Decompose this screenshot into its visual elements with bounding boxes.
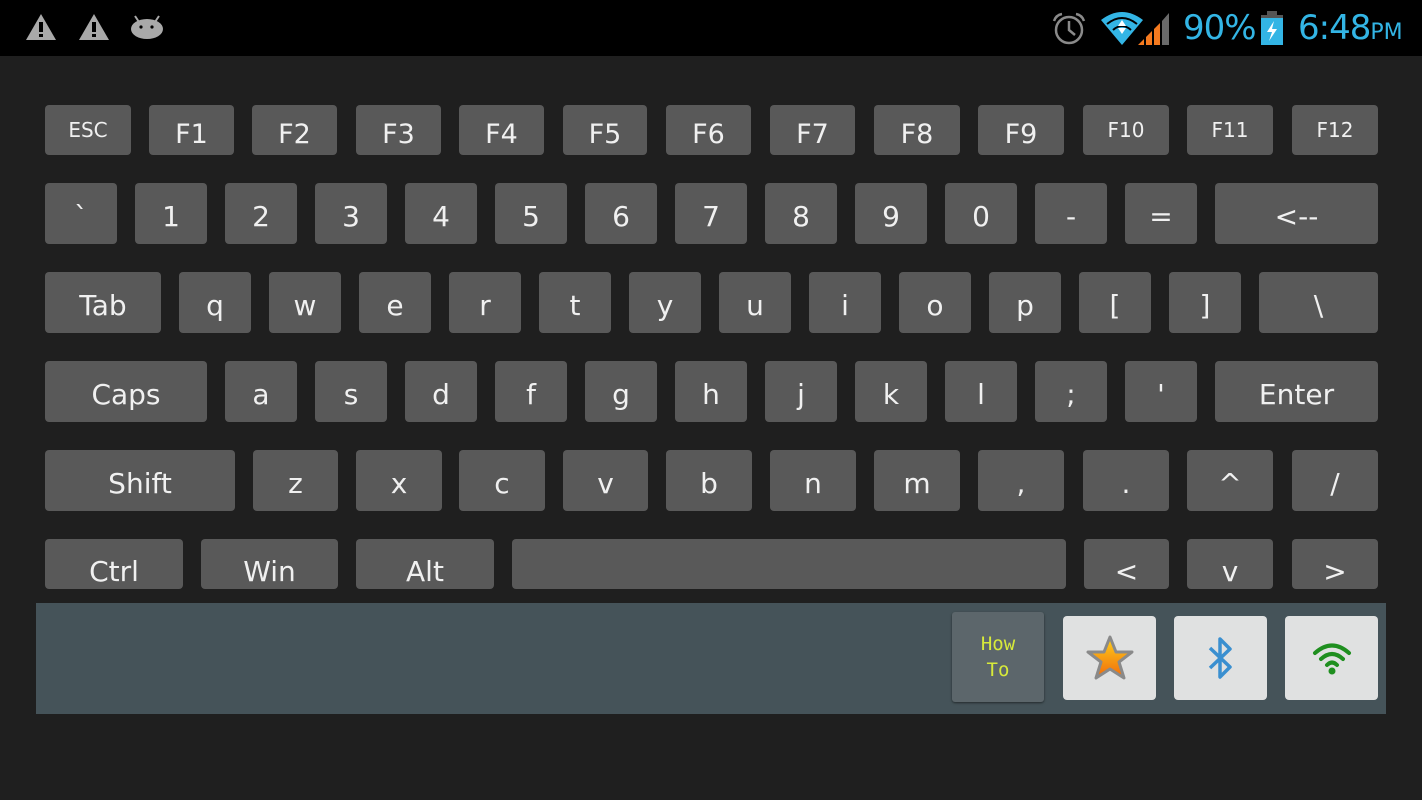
bluetooth-button[interactable] — [1174, 616, 1267, 700]
key-f10[interactable]: F10 — [1083, 105, 1169, 155]
key-backslash[interactable]: \ — [1259, 272, 1378, 333]
key-win[interactable]: Win — [201, 539, 338, 589]
key-esc[interactable]: ESC — [45, 105, 131, 155]
clock: 6:48PM — [1298, 8, 1403, 48]
key-j[interactable]: j — [765, 361, 837, 422]
key-alt[interactable]: Alt — [356, 539, 494, 589]
how-to-label-line2: To — [986, 659, 1010, 681]
cell-signal-icon — [1138, 13, 1169, 45]
key-4[interactable]: 4 — [405, 183, 477, 244]
wifi-icon — [1312, 643, 1351, 675]
key-minus[interactable]: - — [1035, 183, 1107, 244]
key-enter[interactable]: Enter — [1215, 361, 1378, 422]
key-1[interactable]: 1 — [135, 183, 207, 244]
key-f7[interactable]: F7 — [770, 105, 855, 155]
warning-icon — [26, 14, 56, 40]
key-backtick[interactable]: ` — [45, 183, 117, 244]
key-m[interactable]: m — [874, 450, 960, 511]
favorite-star-button[interactable] — [1063, 616, 1156, 700]
key-w[interactable]: w — [269, 272, 341, 333]
key-h[interactable]: h — [675, 361, 747, 422]
key-n[interactable]: n — [770, 450, 856, 511]
how-to-button[interactable]: How To — [952, 612, 1044, 702]
key-f[interactable]: f — [495, 361, 567, 422]
key-f11[interactable]: F11 — [1187, 105, 1273, 155]
key-f9[interactable]: F9 — [978, 105, 1064, 155]
key-y[interactable]: y — [629, 272, 701, 333]
key-arrow-left[interactable]: < — [1084, 539, 1169, 589]
key-t[interactable]: t — [539, 272, 611, 333]
key-arrow-down[interactable]: v — [1187, 539, 1273, 589]
key-equals[interactable]: = — [1125, 183, 1197, 244]
status-bar: 90% 6:48PM — [0, 0, 1422, 56]
key-arrow-right[interactable]: > — [1292, 539, 1378, 589]
key-f2[interactable]: F2 — [252, 105, 337, 155]
key-f4[interactable]: F4 — [459, 105, 544, 155]
clock-time: 6:48 — [1298, 8, 1371, 48]
key-7[interactable]: 7 — [675, 183, 747, 244]
key-2[interactable]: 2 — [225, 183, 297, 244]
wifi-button[interactable] — [1285, 616, 1378, 700]
key-d[interactable]: d — [405, 361, 477, 422]
key-q[interactable]: q — [179, 272, 251, 333]
key-r[interactable]: r — [449, 272, 521, 333]
key-space[interactable] — [512, 539, 1066, 589]
key-g[interactable]: g — [585, 361, 657, 422]
key-left-bracket[interactable]: [ — [1079, 272, 1151, 333]
key-o[interactable]: o — [899, 272, 971, 333]
battery-charging-icon — [1261, 11, 1283, 45]
key-u[interactable]: u — [719, 272, 791, 333]
key-f12[interactable]: F12 — [1292, 105, 1378, 155]
key-k[interactable]: k — [855, 361, 927, 422]
key-slash[interactable]: / — [1292, 450, 1378, 511]
key-i[interactable]: i — [809, 272, 881, 333]
key-ctrl[interactable]: Ctrl — [45, 539, 183, 589]
key-arrow-up[interactable]: ^ — [1187, 450, 1273, 511]
key-l[interactable]: l — [945, 361, 1017, 422]
key-semicolon[interactable]: ; — [1035, 361, 1107, 422]
key-period[interactable]: . — [1083, 450, 1169, 511]
key-f8[interactable]: F8 — [874, 105, 960, 155]
key-a[interactable]: a — [225, 361, 297, 422]
key-3[interactable]: 3 — [315, 183, 387, 244]
key-c[interactable]: c — [459, 450, 545, 511]
key-x[interactable]: x — [356, 450, 442, 511]
key-f6[interactable]: F6 — [666, 105, 751, 155]
android-debug-icon — [131, 15, 163, 39]
key-caps[interactable]: Caps — [45, 361, 207, 422]
key-6[interactable]: 6 — [585, 183, 657, 244]
key-f5[interactable]: F5 — [563, 105, 647, 155]
key-0[interactable]: 0 — [945, 183, 1017, 244]
key-8[interactable]: 8 — [765, 183, 837, 244]
alarm-icon — [1052, 12, 1086, 45]
star-icon — [1086, 635, 1133, 680]
key-f3[interactable]: F3 — [356, 105, 441, 155]
key-backspace[interactable]: <-- — [1215, 183, 1378, 244]
key-p[interactable]: p — [989, 272, 1061, 333]
clock-ampm: PM — [1370, 20, 1403, 45]
key-right-bracket[interactable]: ] — [1169, 272, 1241, 333]
key-f1[interactable]: F1 — [149, 105, 234, 155]
key-shift[interactable]: Shift — [45, 450, 235, 511]
key-b[interactable]: b — [666, 450, 752, 511]
warning-icon — [79, 14, 109, 40]
how-to-label-line1: How — [980, 633, 1016, 655]
key-9[interactable]: 9 — [855, 183, 927, 244]
key-comma[interactable]: , — [978, 450, 1064, 511]
key-v[interactable]: v — [563, 450, 648, 511]
bluetooth-icon — [1208, 637, 1232, 679]
battery-percent: 90% — [1183, 8, 1257, 48]
key-apostrophe[interactable]: ' — [1125, 361, 1197, 422]
key-z[interactable]: z — [253, 450, 338, 511]
key-5[interactable]: 5 — [495, 183, 567, 244]
key-tab[interactable]: Tab — [45, 272, 161, 333]
key-e[interactable]: e — [359, 272, 431, 333]
key-s[interactable]: s — [315, 361, 387, 422]
